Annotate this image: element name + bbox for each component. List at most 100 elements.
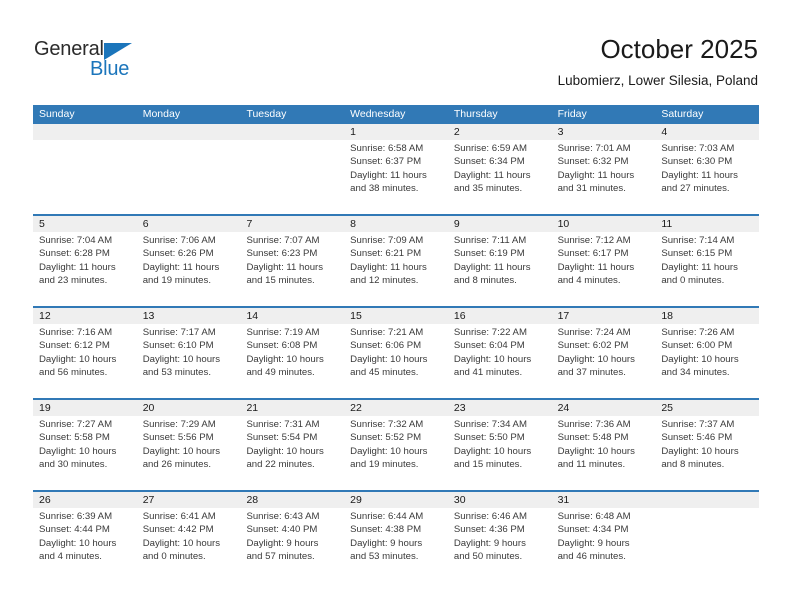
- day-daylight-line2-text: and 56 minutes.: [39, 366, 108, 378]
- day-number-24[interactable]: 24: [552, 400, 656, 416]
- day-daylight-line1-text: Daylight: 10 hours: [39, 353, 117, 365]
- day-daylight-line2-text: and 53 minutes.: [350, 550, 419, 562]
- day-number-17[interactable]: 17: [552, 308, 656, 324]
- day-daylight-line2-text: and 22 minutes.: [246, 458, 315, 470]
- day-number-12[interactable]: 12: [33, 308, 137, 324]
- day-cell-8[interactable]: Sunrise: 7:09 AM Sunset: 6:21 PM Daylight:…: [344, 232, 448, 306]
- weekday-header-wednesday: Wednesday: [350, 108, 406, 120]
- day-cell-1[interactable]: Sunrise: 6:58 AM Sunset: 6:37 PM Daylight:…: [344, 140, 448, 214]
- day-detail-band: Sunrise: 7:27 AM Sunset: 5:58 PM Daylight:…: [33, 416, 759, 490]
- day-sunset-text: Sunset: 6:26 PM: [142, 248, 214, 260]
- day-daylight-line1-text: Daylight: 9 hours: [350, 537, 423, 549]
- day-number-1[interactable]: 1: [344, 124, 448, 140]
- generalblue-logo[interactable]: General Blue: [34, 38, 194, 86]
- day-cell-19[interactable]: Sunrise: 7:27 AM Sunset: 5:58 PM Daylight:…: [33, 416, 137, 490]
- day-cell-5[interactable]: Sunrise: 7:04 AM Sunset: 6:28 PM Daylight:…: [33, 232, 137, 306]
- day-sunrise-text: Sunrise: 7:21 AM: [350, 327, 424, 338]
- day-number-3[interactable]: 3: [552, 124, 656, 140]
- day-cell-3[interactable]: Sunrise: 7:01 AM Sunset: 6:32 PM Daylight:…: [552, 140, 656, 214]
- day-cell-6[interactable]: Sunrise: 7:06 AM Sunset: 6:26 PM Daylight:…: [137, 232, 241, 306]
- day-sunset-text: Sunset: 6:28 PM: [39, 248, 110, 260]
- page-subtitle: Lubomierz, Lower Silesia, Poland: [557, 73, 758, 88]
- day-number-2[interactable]: 2: [448, 124, 552, 140]
- day-cell-14[interactable]: Sunrise: 7:19 AM Sunset: 6:08 PM Daylight:…: [240, 324, 344, 398]
- weekday-header-sunday: Sunday: [39, 108, 75, 120]
- day-cell-26[interactable]: Sunrise: 6:39 AM Sunset: 4:44 PM Daylight:…: [33, 508, 137, 582]
- day-cell-11[interactable]: Sunrise: 7:14 AM Sunset: 6:15 PM Daylight:…: [655, 232, 759, 306]
- day-sunrise-text: Sunrise: 7:01 AM: [557, 143, 631, 154]
- calendar-weeks: 1 2 3 4 Sunrise: 6:58 AM Sunset: 6:37 PM Dayli…: [33, 124, 759, 582]
- day-sunset-text: Sunset: 6:37 PM: [350, 156, 422, 168]
- day-sunrise-text: Sunrise: 7:34 AM: [453, 419, 527, 430]
- day-cell-15[interactable]: Sunrise: 7:21 AM Sunset: 6:06 PM Daylight:…: [344, 324, 448, 398]
- day-cell-18[interactable]: Sunrise: 7:26 AM Sunset: 6:00 PM Daylight:…: [655, 324, 759, 398]
- weekday-header-row: Sunday Monday Tuesday Wednesday Thursday Frid…: [33, 105, 759, 124]
- day-sunrise-text: Sunrise: 7:12 AM: [557, 235, 631, 246]
- day-cell-27[interactable]: Sunrise: 6:41 AM Sunset: 4:42 PM Daylight:…: [137, 508, 241, 582]
- day-number-20[interactable]: 20: [137, 400, 241, 416]
- day-number-15[interactable]: 15: [344, 308, 448, 324]
- day-cell-13[interactable]: Sunrise: 7:17 AM Sunset: 6:10 PM Daylight:…: [137, 324, 241, 398]
- day-daylight-line2-text: and 19 minutes.: [142, 274, 211, 286]
- day-cell-28[interactable]: Sunrise: 6:43 AM Sunset: 4:40 PM Daylight:…: [240, 508, 344, 582]
- day-number-28[interactable]: 28: [240, 492, 344, 508]
- day-cell-31[interactable]: Sunrise: 6:48 AM Sunset: 4:34 PM Daylight:…: [552, 508, 656, 582]
- day-number-13[interactable]: 13: [137, 308, 241, 324]
- day-cell-10[interactable]: Sunrise: 7:12 AM Sunset: 6:17 PM Daylight:…: [552, 232, 656, 306]
- day-cell-25[interactable]: Sunrise: 7:37 AM Sunset: 5:46 PM Daylight:…: [655, 416, 759, 490]
- day-cell-16[interactable]: Sunrise: 7:22 AM Sunset: 6:04 PM Daylight:…: [448, 324, 552, 398]
- day-daylight-line2-text: and 53 minutes.: [142, 366, 211, 378]
- day-cell-4[interactable]: Sunrise: 7:03 AM Sunset: 6:30 PM Daylight:…: [655, 140, 759, 214]
- day-cell-21[interactable]: Sunrise: 7:31 AM Sunset: 5:54 PM Daylight:…: [240, 416, 344, 490]
- day-daylight-line1-text: Daylight: 10 hours: [246, 445, 324, 457]
- day-cell-2[interactable]: Sunrise: 6:59 AM Sunset: 6:34 PM Daylight:…: [448, 140, 552, 214]
- day-number-9[interactable]: 9: [448, 216, 552, 232]
- day-number-empty: [33, 124, 137, 140]
- day-daylight-line2-text: and 45 minutes.: [350, 366, 419, 378]
- day-number-27[interactable]: 27: [137, 492, 241, 508]
- day-daylight-line2-text: and 37 minutes.: [557, 366, 626, 378]
- day-number-5[interactable]: 5: [33, 216, 137, 232]
- day-cell-9[interactable]: Sunrise: 7:11 AM Sunset: 6:19 PM Daylight:…: [448, 232, 552, 306]
- day-daylight-line2-text: and 15 minutes.: [246, 274, 315, 286]
- day-daylight-line2-text: and 35 minutes.: [453, 182, 523, 194]
- day-detail-band: Sunrise: 6:39 AM Sunset: 4:44 PM Daylight:…: [33, 508, 759, 582]
- day-cell-29[interactable]: Sunrise: 6:44 AM Sunset: 4:38 PM Daylight:…: [344, 508, 448, 582]
- day-number-26[interactable]: 26: [33, 492, 137, 508]
- day-number-30[interactable]: 30: [448, 492, 552, 508]
- day-daylight-line1-text: Daylight: 9 hours: [246, 537, 319, 549]
- day-cell-7[interactable]: Sunrise: 7:07 AM Sunset: 6:23 PM Daylight:…: [240, 232, 344, 306]
- day-daylight-line1-text: Daylight: 11 hours: [142, 261, 220, 273]
- day-number-29[interactable]: 29: [344, 492, 448, 508]
- day-number-21[interactable]: 21: [240, 400, 344, 416]
- day-sunrise-text: Sunrise: 6:39 AM: [39, 511, 113, 522]
- day-number-4[interactable]: 4: [655, 124, 759, 140]
- day-cell-17[interactable]: Sunrise: 7:24 AM Sunset: 6:02 PM Daylight:…: [552, 324, 656, 398]
- day-number-16[interactable]: 16: [448, 308, 552, 324]
- day-cell-23[interactable]: Sunrise: 7:34 AM Sunset: 5:50 PM Daylight:…: [448, 416, 552, 490]
- day-number-19[interactable]: 19: [33, 400, 137, 416]
- day-sunset-text: Sunset: 6:12 PM: [39, 340, 110, 352]
- day-cell-30[interactable]: Sunrise: 6:46 AM Sunset: 4:36 PM Daylight:…: [448, 508, 552, 582]
- day-sunset-text: Sunset: 6:21 PM: [350, 248, 422, 260]
- day-number-22[interactable]: 22: [344, 400, 448, 416]
- day-number-7[interactable]: 7: [240, 216, 344, 232]
- day-number-14[interactable]: 14: [240, 308, 344, 324]
- day-number-23[interactable]: 23: [448, 400, 552, 416]
- day-number-18[interactable]: 18: [655, 308, 759, 324]
- day-number-8[interactable]: 8: [344, 216, 448, 232]
- day-number-31[interactable]: 31: [552, 492, 656, 508]
- day-cell-22[interactable]: Sunrise: 7:32 AM Sunset: 5:52 PM Daylight:…: [344, 416, 448, 490]
- day-cell-24[interactable]: Sunrise: 7:36 AM Sunset: 5:48 PM Daylight:…: [552, 416, 656, 490]
- weekday-header-monday: Monday: [142, 108, 181, 120]
- day-number-6[interactable]: 6: [137, 216, 241, 232]
- day-cell-12[interactable]: Sunrise: 7:16 AM Sunset: 6:12 PM Daylight:…: [33, 324, 137, 398]
- day-number-11[interactable]: 11: [655, 216, 759, 232]
- day-number-10[interactable]: 10: [552, 216, 656, 232]
- day-sunset-text: Sunset: 6:04 PM: [453, 340, 525, 352]
- day-cell-20[interactable]: Sunrise: 7:29 AM Sunset: 5:56 PM Daylight:…: [137, 416, 241, 490]
- day-cell-empty: [655, 508, 759, 582]
- day-daylight-line1-text: Daylight: 9 hours: [557, 537, 630, 549]
- day-number-25[interactable]: 25: [655, 400, 759, 416]
- calendar-week-row: 19 20 21 22 23 24 25 Sunrise: 7:27 AM Sunset: 5:…: [33, 398, 759, 490]
